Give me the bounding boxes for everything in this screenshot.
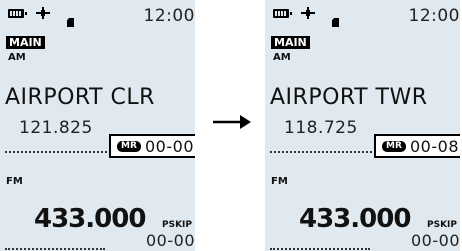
frequency-a: 118.725 [284,118,358,138]
frequency-b: 433.000 [299,204,411,234]
memory-channel-number: 00-00 [145,137,194,156]
channel-name: AIRPORT CLR [5,85,155,110]
mode-label-a: AM [273,52,291,63]
mode-label-a: AM [8,52,26,63]
frequency-b: 433.000 [34,204,146,234]
sd-card-icon [332,18,339,27]
display-screen-after: 12:00 MAIN AM AIRPORT TWR 118.725 MR 00-… [265,0,460,251]
mode-label-b: FM [271,176,288,187]
battery-icon [8,9,27,18]
right-arrow-icon [213,115,251,129]
signal-meter-b [270,248,370,250]
channel-name: AIRPORT TWR [270,85,428,110]
battery-icon [273,9,292,18]
clock: 12:00 [143,6,195,26]
skip-label: PSKIP [162,220,192,230]
memory-channel-number-b: 00-00 [411,231,460,250]
signal-meter-b [5,248,105,250]
skip-label: PSKIP [427,220,457,230]
status-bar: 12:00 [0,0,195,27]
memory-channel-number-b: 00-00 [146,231,195,250]
status-bar: 12:00 [265,0,460,27]
mr-badge: MR [382,141,406,152]
clock: 12:00 [408,6,460,26]
sd-card-icon [67,18,74,27]
memory-channel-highlight: MR 00-08 [374,134,460,158]
memory-channel-number: 00-08 [410,137,459,156]
band-label: MAIN [6,36,45,49]
frequency-a: 121.825 [19,118,93,138]
mr-badge: MR [117,141,141,152]
band-label: MAIN [271,36,310,49]
display-screen-before: 12:00 MAIN AM AIRPORT CLR 121.825 MR 00-… [0,0,195,251]
memory-channel-highlight: MR 00-00 [109,134,195,158]
signal-meter [5,151,115,153]
gps-icon [301,7,315,19]
mode-label-b: FM [6,176,23,187]
signal-meter [270,151,380,153]
gps-icon [36,7,50,19]
